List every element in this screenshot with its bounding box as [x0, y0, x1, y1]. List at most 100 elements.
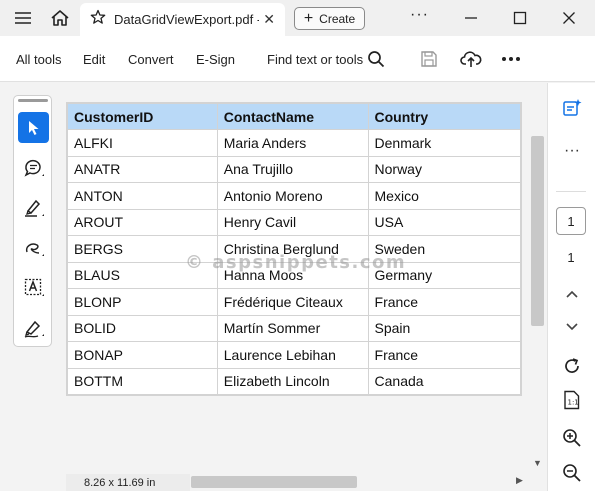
home-icon[interactable] [48, 6, 72, 30]
cell-customer-id: BERGS [66, 235, 218, 263]
page-size-readout: 8.26 x 11.69 in [66, 474, 190, 491]
tab-title: DataGridViewExport.pdf - Adobe Acrobat [114, 12, 259, 27]
cell-contact-name: Ana Trujillo [216, 155, 369, 183]
comment-tool-button[interactable] [18, 152, 49, 183]
scroll-down-arrow-icon[interactable]: ▼ [533, 458, 542, 468]
select-tool-button[interactable] [18, 112, 49, 143]
cell-country: Germany [367, 261, 522, 289]
comment-icon [24, 159, 44, 177]
cell-contact-name: Maria Anders [216, 129, 369, 157]
close-window-icon[interactable] [557, 6, 581, 30]
plus-icon: + [303, 9, 314, 27]
create-button[interactable]: + Create [294, 7, 365, 30]
cell-customer-id: ANTON [66, 182, 218, 210]
divider [556, 191, 586, 192]
table-row: AROUT Henry Cavil USA [66, 208, 522, 236]
more-options-icon[interactable]: ··· [561, 140, 583, 162]
table-row: ALFKI Maria Anders Denmark [66, 129, 522, 157]
cell-customer-id: BOLID [66, 314, 218, 342]
convert-button[interactable]: Convert [128, 52, 174, 67]
cell-country: Denmark [367, 129, 522, 157]
cell-contact-name: Henry Cavil [216, 208, 369, 236]
star-icon[interactable] [90, 9, 106, 30]
column-header: Country [367, 102, 522, 130]
cloud-upload-icon[interactable] [460, 48, 482, 70]
svg-text:1:1: 1:1 [568, 399, 579, 407]
close-tab-icon[interactable]: ✕ [263, 11, 275, 28]
sign-tool-button[interactable] [18, 312, 49, 343]
text-select-icon [24, 278, 44, 296]
cell-customer-id: ALFKI [66, 129, 218, 157]
table-row: BOTTM Elizabeth Lincoln Canada [66, 367, 522, 395]
all-tools-button[interactable]: All tools [16, 52, 62, 67]
ai-assistant-icon[interactable] [561, 97, 583, 119]
cell-country: Mexico [367, 182, 522, 210]
actual-size-icon[interactable]: 1:1 [561, 389, 583, 411]
scroll-right-arrow-icon[interactable]: ▶ [516, 475, 523, 486]
search-icon[interactable] [365, 48, 387, 70]
horizontal-scroll-thumb[interactable] [191, 476, 357, 488]
next-page-icon[interactable] [561, 316, 583, 338]
freehand-draw-icon [25, 242, 44, 256]
cell-contact-name: Christina Berglund [216, 235, 369, 263]
highlighter-icon [24, 199, 44, 217]
cell-country: USA [367, 208, 522, 236]
zoom-out-icon[interactable] [561, 462, 583, 484]
hamburger-menu-icon[interactable] [11, 6, 35, 30]
vertical-scrollbar[interactable] [529, 83, 546, 473]
table-row: BOLID Martín Sommer Spain [66, 314, 522, 342]
previous-page-icon[interactable] [561, 283, 583, 305]
column-header: ContactName [216, 102, 369, 130]
edit-button[interactable]: Edit [83, 52, 105, 67]
minimize-icon[interactable] [459, 6, 483, 30]
current-page-input[interactable]: 1 [556, 207, 586, 235]
esign-button[interactable]: E-Sign [196, 52, 235, 67]
cell-contact-name: Antonio Moreno [216, 182, 369, 210]
draw-tool-button[interactable] [18, 232, 49, 263]
table-row: ANTON Antonio Moreno Mexico [66, 182, 522, 210]
document-tab[interactable]: DataGridViewExport.pdf - Adobe Acrobat ✕ [80, 3, 285, 36]
table-row: BLONP Frédérique Citeaux France [66, 288, 522, 316]
rail-drag-handle[interactable] [18, 99, 48, 102]
cell-country: Norway [367, 155, 522, 183]
cell-contact-name: Laurence Lebihan [216, 341, 369, 369]
cell-customer-id: BOTTM [66, 367, 218, 395]
total-pages: 1 [567, 250, 575, 265]
table-row: BONAP Laurence Lebihan France [66, 341, 522, 369]
highlight-tool-button[interactable] [18, 192, 49, 223]
vertical-scroll-thumb[interactable] [531, 136, 544, 326]
right-navigation-rail: ··· 1 1 1:1 [547, 83, 595, 491]
cell-country: France [367, 341, 522, 369]
cell-country: Sweden [367, 235, 522, 263]
save-icon[interactable] [418, 48, 440, 70]
cell-customer-id: BLAUS [66, 261, 218, 289]
cell-customer-id: BLONP [66, 288, 218, 316]
customer-grid: CustomerID ContactName Country ALFKI Mari… [66, 102, 522, 396]
cell-customer-id: AROUT [66, 208, 218, 236]
table-row: BLAUS Hanna Moos Germany [66, 261, 522, 289]
main-toolbar: All tools Edit Convert E-Sign Find text … [0, 36, 595, 82]
signature-pen-icon [24, 320, 44, 338]
more-options-icon[interactable]: ··· [410, 6, 429, 24]
maximize-icon[interactable] [508, 6, 532, 30]
cell-country: Canada [367, 367, 522, 395]
find-text-or-tools-button[interactable]: Find text or tools [267, 52, 363, 67]
title-bar: DataGridViewExport.pdf - Adobe Acrobat ✕… [0, 0, 595, 36]
table-row: BERGS Christina Berglund Sweden [66, 235, 522, 263]
rotate-icon[interactable] [561, 355, 583, 377]
cell-customer-id: BONAP [66, 341, 218, 369]
cell-contact-name: Elizabeth Lincoln [216, 367, 369, 395]
zoom-in-icon[interactable] [561, 427, 583, 449]
cell-country: Spain [367, 314, 522, 342]
cell-contact-name: Martín Sommer [216, 314, 369, 342]
column-header: CustomerID [66, 102, 218, 130]
table-header-row: CustomerID ContactName Country [66, 102, 522, 130]
more-tools-icon[interactable] [500, 48, 522, 70]
cell-contact-name: Hanna Moos [216, 261, 369, 289]
text-recognition-tool-button[interactable] [18, 272, 49, 303]
cell-contact-name: Frédérique Citeaux [216, 288, 369, 316]
cell-customer-id: ANATR [66, 155, 218, 183]
cursor-icon [28, 120, 38, 135]
create-label: Create [319, 11, 356, 26]
table-row: ANATR Ana Trujillo Norway [66, 155, 522, 183]
